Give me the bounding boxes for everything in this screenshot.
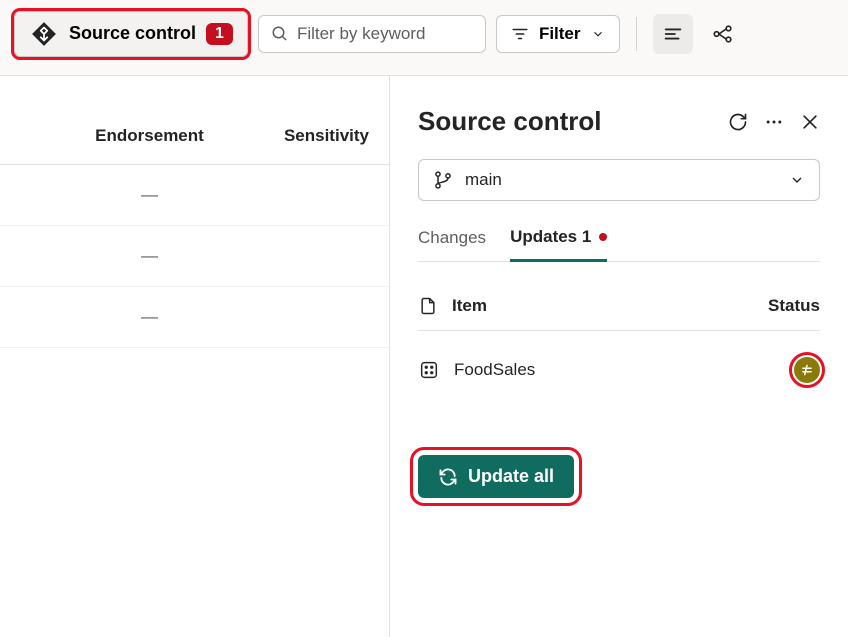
more-icon[interactable] [764,112,784,132]
sensitivity-cell [249,246,369,266]
endorsement-cell: — [20,307,249,327]
branch-selector[interactable]: main [418,159,820,201]
search-icon [271,25,289,43]
toolbar-divider [636,17,637,51]
lineage-icon [712,23,734,45]
column-header-endorsement[interactable]: Endorsement [20,126,249,146]
source-control-button[interactable]: Source control 1 [14,11,248,57]
status-modified-icon [794,357,820,383]
list-header-status: Status [768,296,820,316]
filter-icon [511,25,529,43]
refresh-icon[interactable] [728,112,748,132]
sync-icon [438,467,458,487]
item-name: FoodSales [454,360,780,380]
source-control-icon [29,19,59,49]
update-all-button[interactable]: Update all [418,455,574,498]
chevron-down-icon [591,27,605,41]
close-icon[interactable] [800,112,820,132]
sensitivity-cell [249,185,369,205]
source-control-label: Source control [69,23,196,44]
list-header-item: Item [452,296,754,316]
column-header-sensitivity[interactable]: Sensitivity [249,126,369,146]
update-all-label: Update all [468,466,554,487]
source-control-panel: Source control main Changes Updates 1 It… [390,76,848,637]
search-box[interactable] [258,15,486,53]
endorsement-cell: — [20,185,249,205]
branch-name: main [465,170,777,190]
file-icon [418,296,438,316]
table-row[interactable]: — [0,226,389,287]
list-item[interactable]: FoodSales [418,357,820,383]
list-icon [662,23,684,45]
items-table: Endorsement Sensitivity — — — [0,76,390,637]
tab-changes[interactable]: Changes [418,227,486,261]
chevron-down-icon [789,172,805,188]
search-input[interactable] [297,24,473,44]
updates-indicator-icon [599,233,607,241]
tab-updates-label: Updates 1 [510,227,591,247]
list-view-button[interactable] [653,14,693,54]
filter-label: Filter [539,24,581,44]
lineage-view-button[interactable] [703,14,743,54]
table-row[interactable]: — [0,165,389,226]
endorsement-cell: — [20,246,249,266]
panel-title: Source control [418,106,712,137]
tab-updates[interactable]: Updates 1 [510,227,607,262]
branch-icon [433,170,453,190]
sensitivity-cell [249,307,369,327]
source-control-badge: 1 [206,23,233,45]
dataset-icon [418,359,440,381]
filter-button[interactable]: Filter [496,15,620,53]
table-row[interactable]: — [0,287,389,348]
